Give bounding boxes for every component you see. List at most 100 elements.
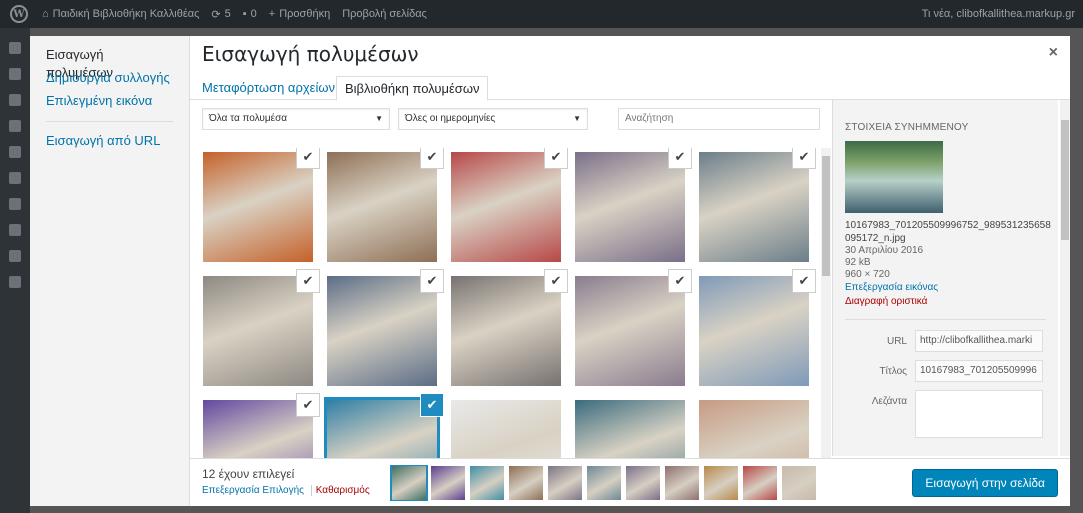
menu-insert-media[interactable]: Εισαγωγή πολυμέσων <box>30 46 189 80</box>
admin-bar: W ⌂ Παιδική Βιβλιοθήκη Καλλιθέας ⟳ 5 ▪ 0… <box>0 0 1083 28</box>
plus-icon: + <box>268 8 276 20</box>
comments-icon[interactable] <box>9 146 21 158</box>
details-dimensions: 960 × 720 <box>845 269 890 280</box>
attachment-image <box>575 276 685 386</box>
menu-separator <box>46 121 173 122</box>
attachment-image <box>575 152 685 262</box>
details-scrollbar[interactable] <box>1060 100 1070 456</box>
attachment-thumbnail[interactable] <box>699 400 809 458</box>
attachment-thumbnail[interactable]: ✔ <box>203 270 319 386</box>
site-name-link[interactable]: ⌂ Παιδική Βιβλιοθήκη Καλλιθέας <box>42 8 199 20</box>
media-type-filter[interactable]: Όλα τα πολυμέσα ▼ <box>202 108 390 130</box>
clear-selection-link[interactable]: Καθαρισμός <box>310 485 370 496</box>
view-page-link[interactable]: Προβολή σελίδας <box>342 8 427 20</box>
selected-thumbnail[interactable] <box>390 465 428 501</box>
selected-thumbnail[interactable] <box>626 466 660 500</box>
tab-upload-files[interactable]: Μεταφόρτωση αρχείων <box>194 76 343 100</box>
attachment-image <box>327 276 437 386</box>
edit-selection-link[interactable]: Επεξεργασία Επιλογής <box>202 485 304 496</box>
attachment-thumbnail[interactable]: ✔ <box>451 148 567 262</box>
menu-insert-from-url[interactable]: Εισαγωγή από URL <box>30 132 189 155</box>
attachment-thumbnail[interactable]: ✔ <box>575 148 691 262</box>
attachment-thumbnail[interactable]: ✔ <box>699 148 815 262</box>
attachments-grid: ✔ ✔ ✔ ✔ ✔ ✔ ✔ ✔ ✔ ✔ ✔ ✔ <box>201 148 821 458</box>
checkmark-icon[interactable]: ✔ <box>793 148 815 168</box>
details-scrollbar-thumb[interactable] <box>1061 120 1069 240</box>
search-input[interactable]: Αναζήτηση <box>618 108 820 130</box>
date-filter[interactable]: Όλες οι ημερομηνίες ▼ <box>398 108 588 130</box>
insert-into-page-button[interactable]: Εισαγωγή στην σελίδα <box>912 469 1058 497</box>
site-name: Παιδική Βιβλιοθήκη Καλλιθέας <box>52 8 200 20</box>
users-icon[interactable] <box>9 224 21 236</box>
grid-scrollbar-thumb[interactable] <box>822 156 830 276</box>
wordpress-logo-icon[interactable]: W <box>10 5 28 23</box>
tab-media-library[interactable]: Βιβλιοθήκη πολυμέσων <box>336 76 489 101</box>
details-thumbnail <box>845 141 943 213</box>
media-menu: Εισαγωγή πολυμέσων Δημιουργία συλλογής Ε… <box>30 36 190 506</box>
media-modal: Εισαγωγή πολυμέσων Δημιουργία συλλογής Ε… <box>30 36 1070 506</box>
pages-icon[interactable] <box>9 120 21 132</box>
comments-link[interactable]: ▪ 0 <box>243 8 257 20</box>
attachment-thumbnail[interactable]: ✔ <box>203 394 319 458</box>
attachment-thumbnail[interactable]: ✔ <box>324 394 443 458</box>
dropdown-arrow-icon: ▼ <box>375 114 383 123</box>
attachment-thumbnail[interactable]: ✔ <box>327 148 443 262</box>
attachment-thumbnail[interactable] <box>451 400 561 458</box>
updates-count: 5 <box>224 8 231 20</box>
plugins-icon[interactable] <box>9 198 21 210</box>
attachment-thumbnail[interactable]: ✔ <box>451 270 567 386</box>
checkmark-icon[interactable]: ✔ <box>421 148 443 168</box>
home-icon: ⌂ <box>42 8 49 20</box>
selected-thumbnail[interactable] <box>704 466 738 500</box>
attachment-thumbnail[interactable]: ✔ <box>203 148 319 262</box>
settings-icon[interactable] <box>9 276 21 288</box>
updates-icon: ⟳ <box>211 8 221 21</box>
checkmark-icon[interactable]: ✔ <box>421 270 443 292</box>
updates-link[interactable]: ⟳ 5 <box>211 8 230 21</box>
selected-thumbnail[interactable] <box>782 466 816 500</box>
checkmark-icon[interactable]: ✔ <box>669 148 691 168</box>
checkmark-icon[interactable]: ✔ <box>793 270 815 292</box>
attachment-image <box>699 276 809 386</box>
selected-thumbnail[interactable] <box>470 466 504 500</box>
menu-create-gallery[interactable]: Δημιουργία συλλογής <box>30 69 189 92</box>
attachment-thumbnail[interactable]: ✔ <box>327 270 443 386</box>
close-icon[interactable]: × <box>1049 44 1058 62</box>
selected-thumbnail[interactable] <box>587 466 621 500</box>
caption-textarea[interactable] <box>915 390 1043 438</box>
media-icon[interactable] <box>9 94 21 106</box>
user-greeting[interactable]: Τι νέα, clibofkallithea.markup.gr <box>922 8 1075 20</box>
dashboard-icon[interactable] <box>9 42 21 54</box>
delete-permanently-link[interactable]: Διαγραφή οριστικά <box>845 295 1046 309</box>
url-input[interactable]: http://clibofkallithea.marki <box>915 330 1043 352</box>
selected-thumbnail[interactable] <box>743 466 777 500</box>
attachment-image <box>327 152 437 262</box>
menu-featured-image[interactable]: Επιλεγμένη εικόνα <box>30 92 189 115</box>
attachment-thumbnail[interactable] <box>575 400 685 458</box>
date-filter-value: Όλες οι ημερομηνίες <box>405 113 496 124</box>
checkmark-icon[interactable]: ✔ <box>297 148 319 168</box>
selected-thumbnail[interactable] <box>548 466 582 500</box>
selected-thumbnail[interactable] <box>509 466 543 500</box>
checkmark-icon[interactable]: ✔ <box>297 394 319 416</box>
modal-title: Εισαγωγή πολυμέσων <box>202 42 419 66</box>
new-content-link[interactable]: + Προσθήκη <box>269 8 330 20</box>
checkmark-icon[interactable]: ✔ <box>421 394 443 416</box>
checkmark-icon[interactable]: ✔ <box>297 270 319 292</box>
selected-thumbnail[interactable] <box>431 466 465 500</box>
grid-scrollbar[interactable] <box>821 148 831 458</box>
edit-image-link[interactable]: Επεξεργασία εικόνας <box>845 281 1046 295</box>
tools-icon[interactable] <box>9 250 21 262</box>
checkmark-icon[interactable]: ✔ <box>545 270 567 292</box>
posts-icon[interactable] <box>9 68 21 80</box>
selected-thumbnail[interactable] <box>665 466 699 500</box>
checkmark-icon[interactable]: ✔ <box>545 148 567 168</box>
attachment-thumbnail[interactable]: ✔ <box>699 270 815 386</box>
dropdown-arrow-icon: ▼ <box>573 114 581 123</box>
attachment-image <box>699 152 809 262</box>
attachment-image <box>699 400 809 458</box>
title-input[interactable]: 10167983_701205509996 <box>915 360 1043 382</box>
appearance-icon[interactable] <box>9 172 21 184</box>
checkmark-icon[interactable]: ✔ <box>669 270 691 292</box>
attachment-thumbnail[interactable]: ✔ <box>575 270 691 386</box>
